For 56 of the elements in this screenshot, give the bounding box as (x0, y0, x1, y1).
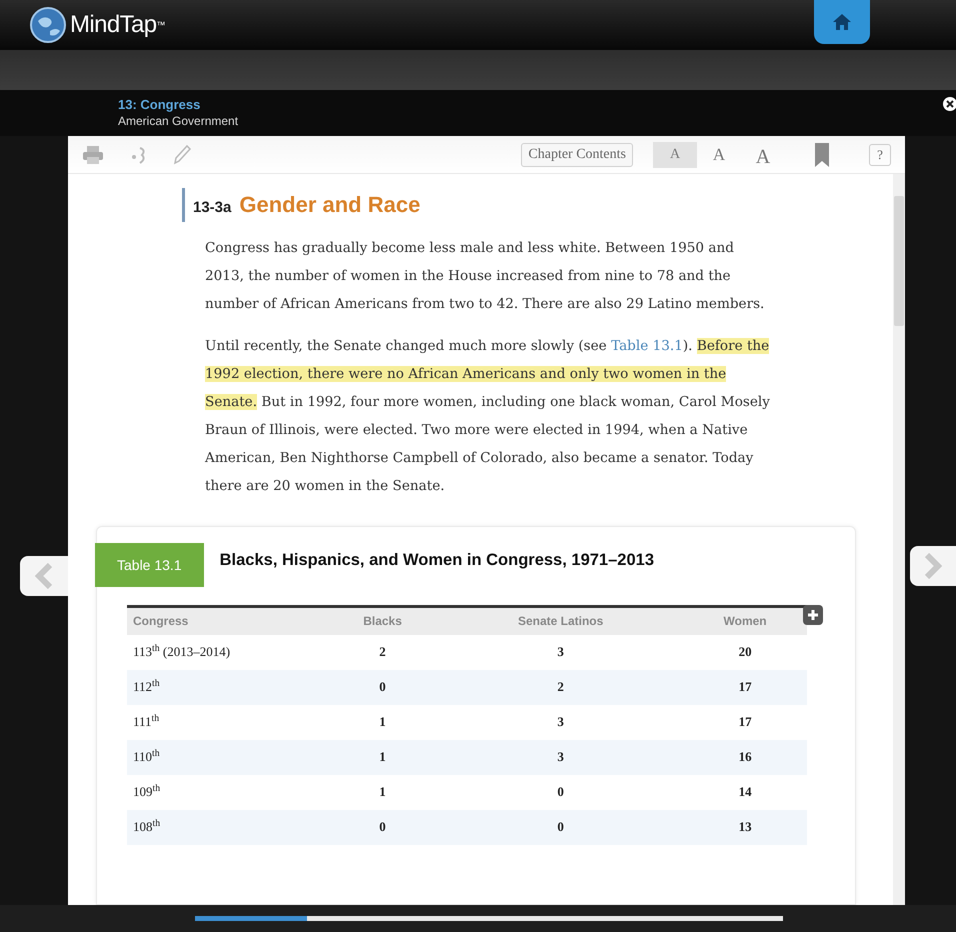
column-header: Women (683, 606, 807, 634)
table-cell: 14 (683, 774, 807, 810)
chapter-contents-button[interactable]: Chapter Contents (521, 142, 633, 166)
table-cell: 1 (327, 704, 438, 740)
chevron-left-icon (35, 563, 53, 589)
table-cell: 2 (438, 670, 684, 704)
table-cell: 110$^{th}$ (127, 740, 327, 774)
font-size-button[interactable]: A (653, 142, 697, 168)
paragraph: Until recently, the Senate changed much more slowly (see Table 13.1). Before the 1992 election, there were no African Americans and only two women in the Senate. But in 1992, four more women, including one black woman, Carol Mosely Braun of Illinois, were elected. Two more were elected in 1994, when a Native American, Ben Nighthorse Campbell of Colorado, also became a senator. Today there are 20 women in the Senate. (205, 337, 770, 496)
column-header: Blacks (327, 606, 438, 634)
table-cell: 13 (683, 810, 807, 844)
column-header: Congress (127, 606, 327, 634)
globe-icon (30, 7, 66, 43)
table-cell: 0 (438, 774, 684, 810)
book-title: American Government (118, 113, 238, 129)
paragraph: Congress has gradually become less male and less white. Between 1950 and 2013, the number of women in the House increased from nine to 78 and the number of African Americans from two to 42. There are also 29 Latino members. (205, 239, 766, 314)
chapter-title: 13: Congress (118, 97, 200, 113)
help-button[interactable]: ? (869, 144, 891, 166)
table-cell: 112$^{th}$ (127, 670, 327, 704)
close-icon[interactable] (942, 96, 956, 112)
table-cell: 17 (683, 670, 807, 704)
table-cell: 3 (438, 634, 684, 670)
table-cell: 17 (683, 704, 807, 740)
table-cell: 2 (327, 634, 438, 670)
font-size-button[interactable]: A (697, 142, 741, 168)
table-cell: 109$^{th}$ (127, 774, 327, 810)
scrollbar[interactable] (893, 174, 905, 905)
table-cell: 3 (438, 704, 684, 740)
table-cell: 20 (683, 634, 807, 670)
section-title: Gender and Race (239, 191, 420, 219)
table-cell: 1 (327, 774, 438, 810)
font-size-button[interactable]: A (741, 142, 785, 168)
printer-icon[interactable] (82, 144, 104, 164)
home-icon (832, 13, 852, 31)
table-cell: 0 (327, 670, 438, 704)
table-cell: 0 (438, 810, 684, 844)
column-header: Senate Latinos (438, 606, 684, 634)
section-number: 13-3a (193, 198, 232, 218)
table-cell: 3 (438, 740, 684, 774)
table-cell: 111$^{th}$ (127, 704, 327, 740)
table-cell: 16 (683, 740, 807, 774)
table-cell: 1 (327, 740, 438, 774)
table-title: Blacks, Hispanics, and Women in Congress, 1971–2013 (220, 550, 654, 571)
table-cell: 0 (327, 810, 438, 844)
app-logo: MindTap$^{™}$ (70, 10, 165, 40)
home-button[interactable] (814, 0, 870, 44)
previous-button[interactable] (20, 556, 68, 596)
chevron-right-icon (924, 553, 942, 579)
expand-icon[interactable] (803, 605, 823, 625)
table-link[interactable]: Table 13.1 (611, 338, 683, 354)
bookmark-icon[interactable] (815, 142, 829, 166)
table-cell: 113$^{th}$ (2013–2014) (127, 634, 327, 670)
table-label: Table 13.1 (95, 543, 204, 587)
next-button[interactable] (910, 546, 956, 586)
table-cell: 108$^{th}$ (127, 810, 327, 844)
pencil-icon[interactable] (172, 144, 192, 166)
